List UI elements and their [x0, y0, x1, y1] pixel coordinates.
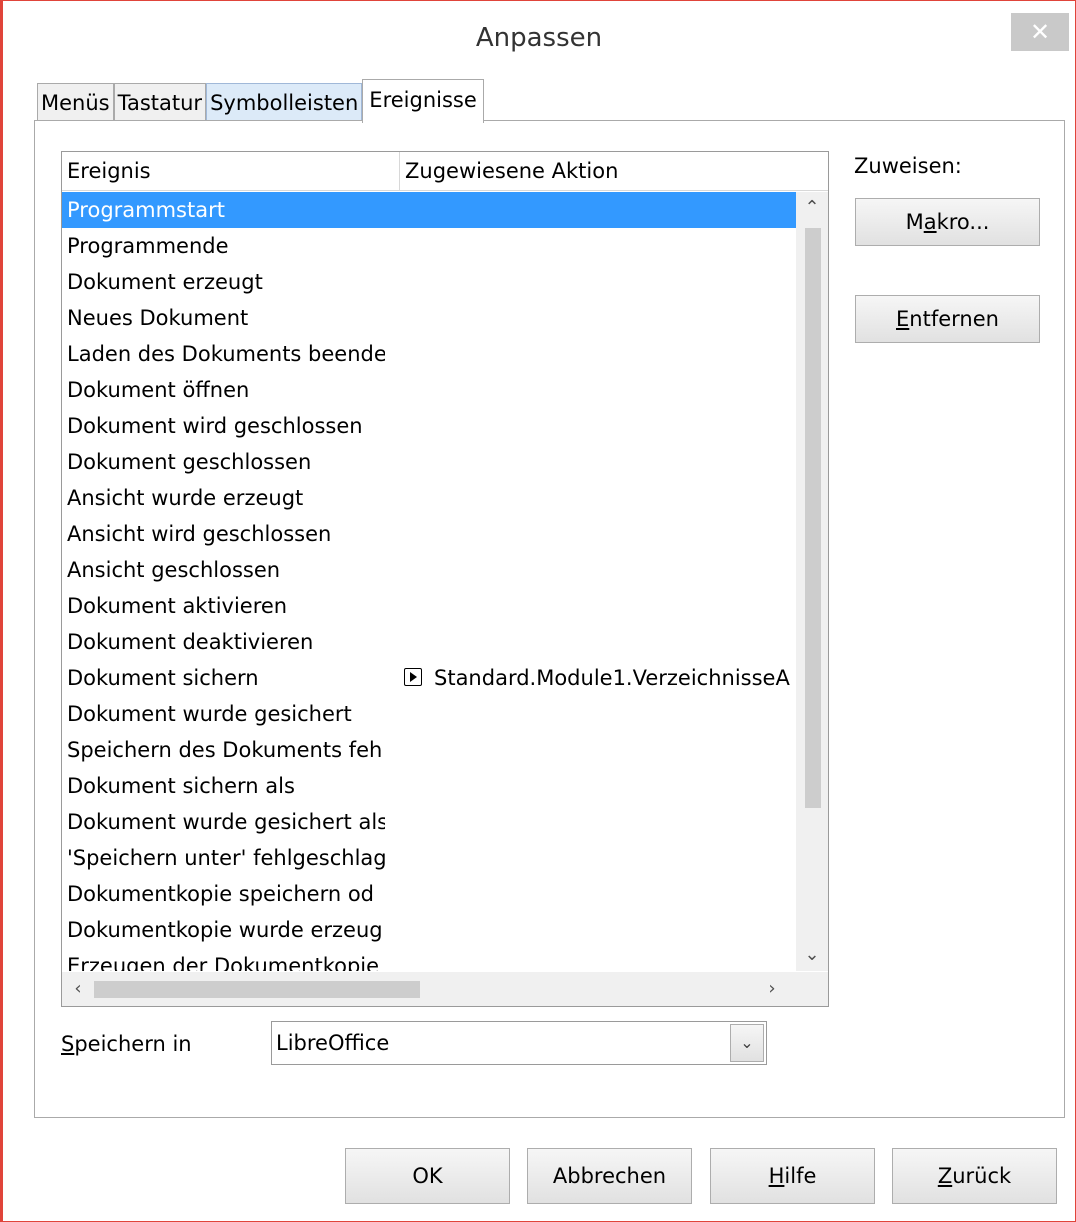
save-in-value: LibreOffice: [276, 1031, 390, 1055]
table-row[interactable]: Dokumentkopie speichern od: [62, 876, 798, 912]
save-in-select[interactable]: LibreOffice ⌄: [271, 1021, 767, 1065]
back-button[interactable]: Zurück: [892, 1148, 1057, 1204]
back-button-accel: Z: [937, 1164, 953, 1188]
column-header-action[interactable]: Zugewiesene Aktion: [400, 152, 828, 190]
table-row[interactable]: Erzeugen der Dokumentkopie: [62, 948, 798, 971]
event-name: Speichern des Dokuments feh: [67, 738, 383, 762]
table-row[interactable]: Ansicht wird geschlossen: [62, 516, 798, 552]
event-name: Dokument sichern als: [67, 774, 295, 798]
event-name: Dokumentkopie speichern od: [67, 882, 375, 906]
event-name: Dokument deaktivieren: [67, 630, 314, 654]
tab-toolbars[interactable]: Symbolleisten: [206, 83, 363, 121]
list-rows: Programmstart Programmende Dokument erzeug…: [62, 192, 798, 971]
event-name: Programmende: [67, 234, 229, 258]
event-name: 'Speichern unter' fehlgeschlag: [67, 846, 385, 870]
back-button-label: urück: [952, 1164, 1012, 1188]
list-header: Ereignis Zugewiesene Aktion: [62, 152, 828, 191]
tab-events[interactable]: Ereignisse: [362, 79, 484, 123]
table-row[interactable]: Neues Dokument: [62, 300, 798, 336]
help-button-accel: H: [768, 1164, 785, 1188]
event-name: Dokument wurde gesichert als: [67, 810, 385, 834]
save-in-accel: S: [61, 1032, 75, 1056]
save-in-label: Speichern in: [61, 1027, 192, 1061]
event-name: Dokument wird geschlossen: [67, 414, 363, 438]
table-row[interactable]: Ansicht geschlossen: [62, 552, 798, 588]
event-name: Dokument öffnen: [67, 378, 250, 402]
horizontal-scroll-thumb[interactable]: [94, 981, 420, 998]
column-header-event[interactable]: Ereignis: [62, 152, 400, 190]
table-row[interactable]: Programmende: [62, 228, 798, 264]
tab-menus[interactable]: Menüs: [37, 83, 114, 121]
event-name: Programmstart: [67, 198, 225, 222]
events-list[interactable]: Ereignis Zugewiesene Aktion Programmstar…: [61, 151, 829, 1007]
table-row[interactable]: Dokument geschlossen: [62, 444, 798, 480]
event-name: Ansicht wurde erzeugt: [67, 486, 304, 510]
dialog-window: Anpassen ✕ Menüs Tastatur Symbolleisten …: [0, 0, 1076, 1222]
scroll-down-icon[interactable]: ⌄: [796, 939, 828, 971]
tab-keyboard[interactable]: Tastatur: [113, 83, 207, 121]
assigned-action: Standard.Module1.VerzeichnisseA: [404, 660, 796, 696]
table-row[interactable]: Dokument erzeugt: [62, 264, 798, 300]
table-row[interactable]: Ansicht wurde erzeugt: [62, 480, 798, 516]
table-row[interactable]: Dokument wird geschlossen: [62, 408, 798, 444]
event-name: Ansicht wird geschlossen: [67, 522, 332, 546]
table-row[interactable]: Dokument sichern Standard.Module1.Verzeic…: [62, 660, 798, 696]
macro-button-label-pre: M: [905, 210, 924, 234]
cancel-button[interactable]: Abbrechen: [527, 1148, 692, 1204]
tab-bar: Menüs Tastatur Symbolleisten Ereignisse: [37, 79, 484, 123]
macro-icon: [404, 668, 422, 686]
event-name: Dokumentkopie wurde erzeug: [67, 918, 383, 942]
assigned-action-text: Standard.Module1.VerzeichnisseA: [434, 666, 790, 690]
table-row[interactable]: Dokument sichern als: [62, 768, 798, 804]
remove-button-label: ntfernen: [909, 307, 999, 331]
macro-button-label-post: kro...: [936, 210, 990, 234]
horizontal-scrollbar[interactable]: ‹ ›: [62, 972, 828, 1006]
event-name: Ansicht geschlossen: [67, 558, 281, 582]
event-name: Dokument geschlossen: [67, 450, 312, 474]
table-row[interactable]: Dokument deaktivieren: [62, 624, 798, 660]
table-row[interactable]: Programmstart: [62, 192, 798, 228]
dialog-title: Anpassen: [475, 23, 603, 53]
event-name: Neues Dokument: [67, 306, 249, 330]
scroll-up-icon[interactable]: ⌃: [796, 192, 828, 224]
table-row[interactable]: Laden des Dokuments beende: [62, 336, 798, 372]
event-name: Erzeugen der Dokumentkopie: [67, 954, 380, 971]
ok-button[interactable]: OK: [345, 1148, 510, 1204]
chevron-down-icon[interactable]: ⌄: [730, 1024, 764, 1062]
table-row[interactable]: 'Speichern unter' fehlgeschlag: [62, 840, 798, 876]
save-in-label-text: peichern in: [74, 1032, 192, 1056]
event-name: Dokument aktivieren: [67, 594, 288, 618]
macro-button-accel: a: [923, 210, 937, 234]
vertical-scrollbar[interactable]: ⌃ ⌄: [796, 192, 828, 971]
help-button-label: ilfe: [784, 1164, 817, 1188]
close-button[interactable]: ✕: [1011, 13, 1069, 51]
vertical-scroll-thumb[interactable]: [805, 228, 821, 808]
table-row[interactable]: Dokument aktivieren: [62, 588, 798, 624]
scrollbar-corner: [796, 972, 828, 1006]
macro-button[interactable]: Makro...: [855, 198, 1040, 246]
help-button[interactable]: Hilfe: [710, 1148, 875, 1204]
assign-label: Zuweisen:: [854, 154, 962, 178]
event-name: Laden des Dokuments beende: [67, 342, 385, 366]
scroll-left-icon[interactable]: ‹: [62, 972, 94, 1006]
table-row[interactable]: Speichern des Dokuments feh: [62, 732, 798, 768]
event-name: Dokument erzeugt: [67, 270, 263, 294]
table-row[interactable]: Dokument wurde gesichert: [62, 696, 798, 732]
remove-button-accel: E: [896, 307, 910, 331]
title-bar: Anpassen ✕: [3, 1, 1075, 81]
event-name: Dokument wurde gesichert: [67, 702, 352, 726]
remove-button[interactable]: Entfernen: [855, 295, 1040, 343]
table-row[interactable]: Dokumentkopie wurde erzeug: [62, 912, 798, 948]
scroll-right-icon[interactable]: ›: [756, 972, 788, 1006]
table-row[interactable]: Dokument wurde gesichert als: [62, 804, 798, 840]
event-name: Dokument sichern: [67, 666, 259, 690]
table-row[interactable]: Dokument öffnen: [62, 372, 798, 408]
